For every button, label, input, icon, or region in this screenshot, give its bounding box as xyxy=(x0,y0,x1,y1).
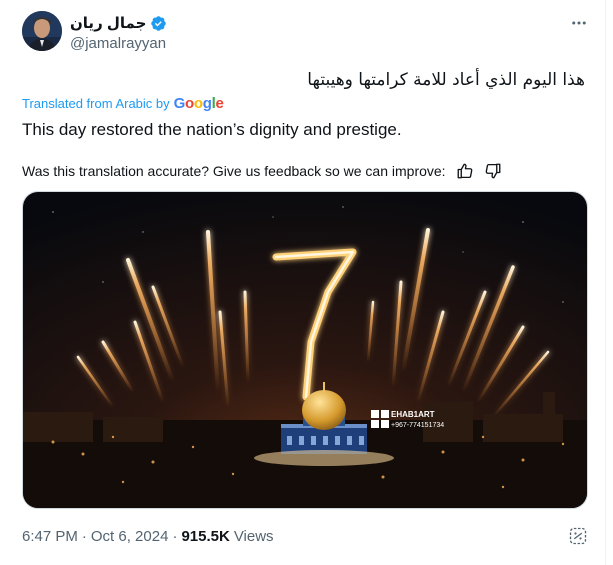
google-logo: Google xyxy=(173,95,224,112)
translated-from-label: Translated from Arabic by xyxy=(22,96,170,111)
more-dots-icon[interactable] xyxy=(568,12,590,34)
author-name-row[interactable]: جمال ريان xyxy=(70,14,167,32)
meta-separator: · xyxy=(172,528,178,545)
display-name[interactable]: جمال ريان xyxy=(70,14,146,32)
tweet-time[interactable]: 6:47 PM xyxy=(22,528,78,545)
views-label: Views xyxy=(233,528,274,545)
feedback-prompt: Was this translation accurate? Give us f… xyxy=(22,163,446,179)
thumbs-down-icon[interactable] xyxy=(484,162,502,180)
tweet-image[interactable]: EHAB1ART +967-774151734 xyxy=(22,191,588,509)
meta-separator: · xyxy=(81,528,87,545)
avatar-image xyxy=(22,11,62,51)
tweet-card: جمال ريان @jamalrayyan هذا اليوم الذي أع… xyxy=(0,0,606,565)
grok-icon[interactable] xyxy=(568,526,588,546)
translation-feedback: Was this translation accurate? Give us f… xyxy=(22,162,502,180)
watermark-name: EHAB1ART xyxy=(391,410,435,419)
verified-badge-icon xyxy=(151,15,167,31)
tweet-text-original: هذا اليوم الذي أعاد للامة كرامتها وهيبته… xyxy=(307,70,585,90)
handle[interactable]: @jamalrayyan xyxy=(70,35,166,52)
fireworks-dome-image: EHAB1ART +967-774151734 xyxy=(23,192,587,508)
watermark-phone: +967-774151734 xyxy=(391,422,444,429)
tweet-date[interactable]: Oct 6, 2024 xyxy=(91,528,169,545)
tweet-text-translated: This day restored the nation’s dignity a… xyxy=(22,120,402,139)
views-count: 915.5K xyxy=(181,528,230,545)
translation-attribution[interactable]: Translated from Arabic by Google xyxy=(22,95,224,112)
tweet-meta: 6:47 PM · Oct 6, 2024 · 915.5K Views xyxy=(22,528,274,545)
avatar[interactable] xyxy=(22,11,62,51)
thumbs-up-icon[interactable] xyxy=(456,162,474,180)
